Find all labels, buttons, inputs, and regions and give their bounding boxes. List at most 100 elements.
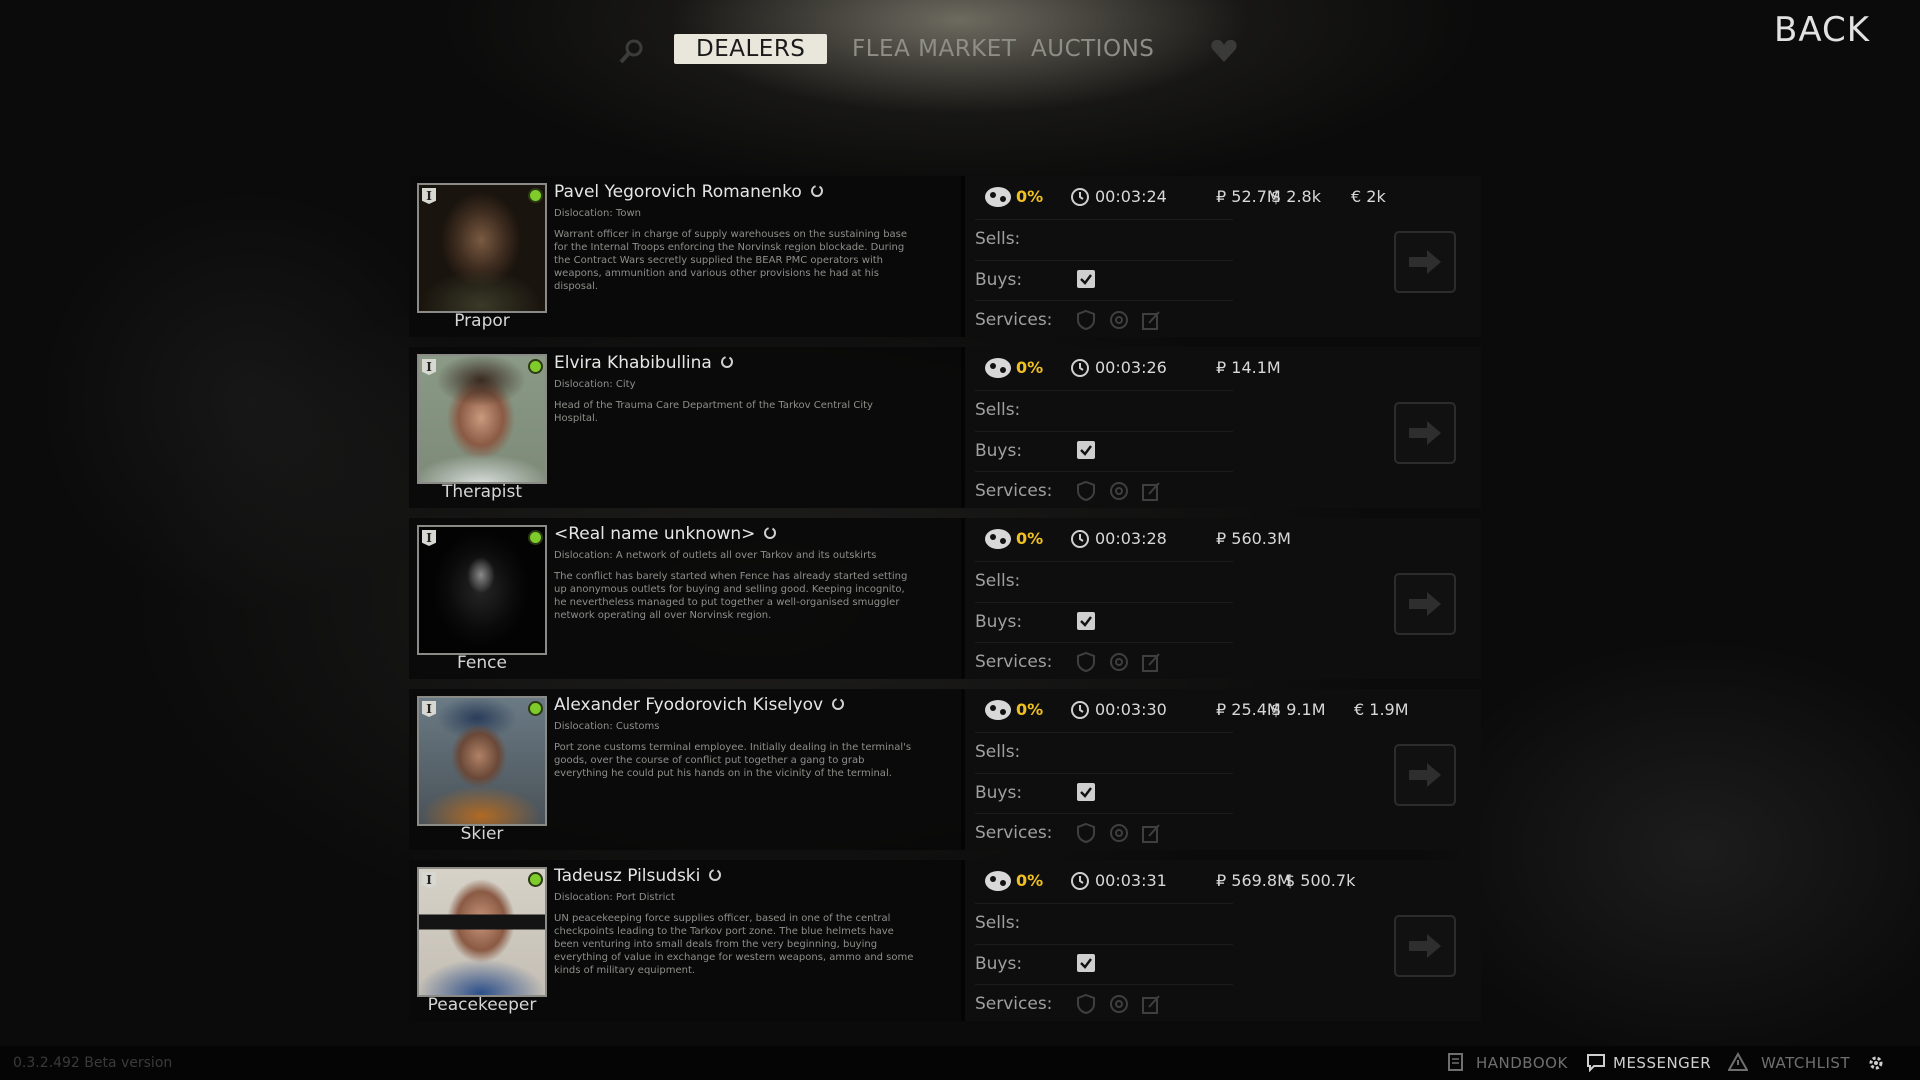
refresh-icon	[708, 868, 722, 882]
trader-portrait[interactable]: I	[417, 183, 547, 313]
heart-icon[interactable]	[1209, 36, 1239, 66]
clock-icon	[1070, 529, 1090, 549]
tab-dealers[interactable]: DEALERS	[674, 34, 827, 64]
separator	[975, 300, 1233, 301]
repair-icon[interactable]	[1108, 651, 1130, 673]
open-trader-button[interactable]	[1394, 231, 1456, 293]
trader-description: Port zone customs terminal employee. Ini…	[554, 741, 914, 780]
repair-icon[interactable]	[1108, 822, 1130, 844]
quests-icon[interactable]	[1140, 651, 1162, 673]
discount-icon	[983, 868, 1013, 894]
sells-label: Sells:	[975, 400, 1020, 420]
trader-stats: 0% 00:03:30 ₽ 25.4M $ 9.1M € 1.9M	[983, 697, 1473, 723]
separator	[975, 471, 1233, 472]
online-indicator	[530, 874, 541, 885]
restock-timer: 00:03:31	[1095, 871, 1167, 890]
arrow-right-icon	[1409, 763, 1441, 787]
trader-nickname: Therapist	[417, 482, 547, 502]
refresh-icon	[720, 355, 734, 369]
tab-flea-market[interactable]: FLEA MARKET	[852, 34, 1016, 64]
trader-list: I Prapor Pavel Yegorovich Romanenko Disl…	[409, 176, 1481, 1031]
separator	[975, 219, 1233, 220]
trader-stats: 0% 00:03:24 ₽ 52.7M $ 2.8k € 2k	[983, 184, 1473, 210]
trader-portrait[interactable]: I	[417, 525, 547, 655]
trader-full-name: Tadeusz Pilsudski	[554, 866, 722, 886]
top-navigation: DEALERS FLEA MARKET AUCTIONS	[0, 34, 1920, 68]
trader-full-name-text: Elvira Khabibullina	[554, 353, 712, 373]
quests-icon[interactable]	[1140, 480, 1162, 502]
services-label: Services:	[975, 994, 1052, 1014]
insurance-icon[interactable]	[1075, 480, 1097, 502]
settings-icon[interactable]	[1864, 1051, 1888, 1075]
separator	[975, 944, 1233, 945]
clock-icon	[1070, 187, 1090, 207]
trader-row[interactable]: I Therapist Elvira Khabibullina Dislocat…	[409, 347, 1481, 508]
search-icon[interactable]	[617, 36, 647, 66]
refresh-icon	[810, 184, 824, 198]
quests-icon[interactable]	[1140, 309, 1162, 331]
trader-row[interactable]: I Peacekeeper Tadeusz Pilsudski Dislocat…	[409, 860, 1481, 1021]
roubles-balance: ₽ 560.3M	[1216, 529, 1291, 548]
separator	[975, 813, 1233, 814]
open-trader-button[interactable]	[1394, 402, 1456, 464]
insurance-icon[interactable]	[1075, 822, 1097, 844]
messenger-button[interactable]: MESSENGER	[1613, 1054, 1711, 1072]
separator	[975, 602, 1233, 603]
discount-value: 0%	[1016, 358, 1043, 377]
handbook-button[interactable]: HANDBOOK	[1476, 1054, 1568, 1072]
buys-checkbox[interactable]	[1077, 441, 1095, 459]
trader-portrait[interactable]: I	[417, 867, 547, 997]
insurance-icon[interactable]	[1075, 651, 1097, 673]
discount-value: 0%	[1016, 700, 1043, 719]
trader-row[interactable]: I Prapor Pavel Yegorovich Romanenko Disl…	[409, 176, 1481, 337]
online-indicator	[530, 361, 541, 372]
quests-icon[interactable]	[1140, 822, 1162, 844]
watchlist-button[interactable]: WATCHLIST	[1761, 1054, 1850, 1072]
repair-icon[interactable]	[1108, 480, 1130, 502]
trader-stats: 0% 00:03:28 ₽ 560.3M	[983, 526, 1473, 552]
buys-label: Buys:	[975, 612, 1022, 632]
trader-full-name: Pavel Yegorovich Romanenko	[554, 182, 824, 202]
repair-icon[interactable]	[1108, 993, 1130, 1015]
separator	[975, 561, 1233, 562]
tab-auctions[interactable]: AUCTIONS	[1031, 34, 1154, 64]
arrow-right-icon	[1409, 592, 1441, 616]
trader-description: Warrant officer in charge of supply ware…	[554, 228, 914, 293]
trader-portrait[interactable]: I	[417, 696, 547, 826]
restock-timer: 00:03:28	[1095, 529, 1167, 548]
handbook-icon	[1446, 1052, 1466, 1072]
back-button[interactable]: BACK	[1774, 10, 1870, 50]
buys-checkbox[interactable]	[1077, 612, 1095, 630]
insurance-icon[interactable]	[1075, 309, 1097, 331]
open-trader-button[interactable]	[1394, 744, 1456, 806]
buys-label: Buys:	[975, 783, 1022, 803]
clock-icon	[1070, 700, 1090, 720]
trader-level-badge: I	[422, 188, 436, 204]
discount-icon	[983, 355, 1013, 381]
repair-icon[interactable]	[1108, 309, 1130, 331]
trader-row[interactable]: I Fence <Real name unknown> Dislocation:…	[409, 518, 1481, 679]
sells-label: Sells:	[975, 913, 1020, 933]
trader-nickname: Peacekeeper	[417, 995, 547, 1015]
trader-row[interactable]: I Skier Alexander Fyodorovich Kiselyov D…	[409, 689, 1481, 850]
buys-checkbox[interactable]	[1077, 954, 1095, 972]
open-trader-button[interactable]	[1394, 915, 1456, 977]
online-indicator	[530, 532, 541, 543]
roubles-balance: ₽ 14.1M	[1216, 358, 1281, 377]
discount-icon	[983, 184, 1013, 210]
trader-full-name: Elvira Khabibullina	[554, 353, 734, 373]
trader-full-name-text: Tadeusz Pilsudski	[554, 866, 700, 886]
insurance-icon[interactable]	[1075, 993, 1097, 1015]
trader-full-name-text: Pavel Yegorovich Romanenko	[554, 182, 802, 202]
trader-dislocation: Dislocation: City	[554, 379, 636, 390]
separator	[975, 773, 1233, 774]
buys-checkbox[interactable]	[1077, 270, 1095, 288]
open-trader-button[interactable]	[1394, 573, 1456, 635]
trader-full-name: Alexander Fyodorovich Kiselyov	[554, 695, 845, 715]
trader-nickname: Skier	[417, 824, 547, 844]
quests-icon[interactable]	[1140, 993, 1162, 1015]
buys-checkbox[interactable]	[1077, 783, 1095, 801]
sells-label: Sells:	[975, 229, 1020, 249]
trader-full-name-text: <Real name unknown>	[554, 524, 755, 544]
trader-portrait[interactable]: I	[417, 354, 547, 484]
